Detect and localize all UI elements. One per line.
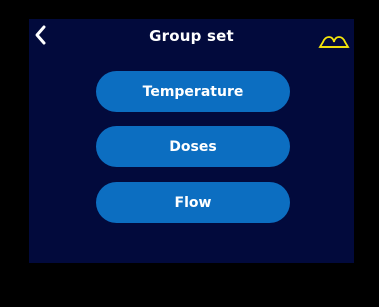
connected-tanks-icon xyxy=(318,36,350,48)
group-menu: Temperature Doses Flow xyxy=(96,71,290,237)
doses-button[interactable]: Doses xyxy=(96,126,290,167)
flow-button[interactable]: Flow xyxy=(96,182,290,223)
temperature-button[interactable]: Temperature xyxy=(96,71,290,112)
page-title: Group set xyxy=(149,27,234,45)
app-screen: Group set Temperature Doses Flow xyxy=(29,19,354,263)
